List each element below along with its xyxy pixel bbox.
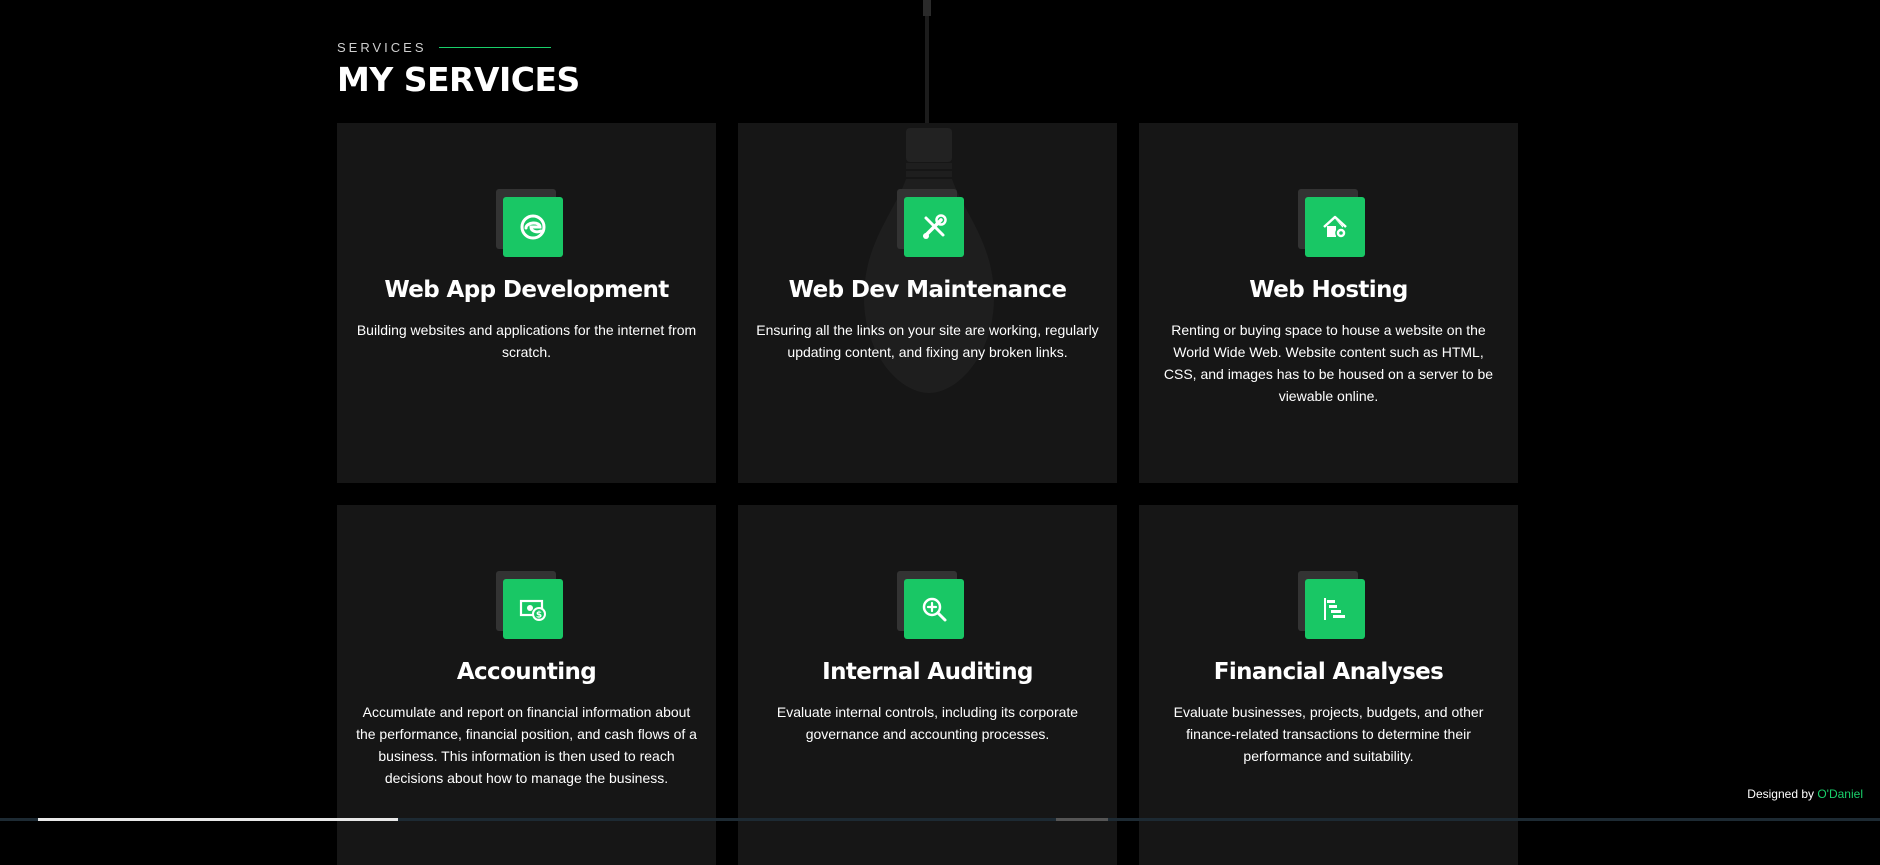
credit-prefix: Designed by bbox=[1747, 787, 1818, 801]
service-description: Evaluate businesses, projects, budgets, … bbox=[1173, 704, 1484, 764]
service-description: Accumulate and report on financial infor… bbox=[356, 704, 697, 786]
service-card-financial-analyses[interactable]: Financial Analyses Evaluate businesses, … bbox=[1139, 505, 1518, 865]
icon-wrap bbox=[495, 189, 563, 259]
section-title: MY SERVICES bbox=[337, 60, 580, 99]
service-card-web-app-development[interactable]: Web App Development Building websites an… bbox=[337, 123, 716, 483]
services-grid: Web App Development Building websites an… bbox=[337, 123, 1518, 865]
light-bulb-illustration bbox=[864, 128, 994, 393]
zoom-in-icon bbox=[922, 597, 946, 622]
service-card-web-hosting[interactable]: Web Hosting Renting or buying space to h… bbox=[1139, 123, 1518, 483]
service-description: Renting or buying space to house a websi… bbox=[1163, 322, 1494, 404]
service-title: Web App Development bbox=[384, 277, 669, 303]
service-title: Web Hosting bbox=[1249, 277, 1408, 303]
lamp-cord-cap bbox=[923, 0, 931, 16]
house-gear-icon bbox=[1322, 215, 1347, 239]
lamp-cord bbox=[925, 0, 929, 140]
service-title: Internal Auditing bbox=[822, 659, 1033, 685]
section-label-line bbox=[438, 47, 551, 48]
service-description: Building websites and applications for t… bbox=[356, 322, 697, 360]
tools-icon bbox=[922, 214, 947, 239]
section-label: SERVICES bbox=[337, 40, 551, 55]
icon-wrap bbox=[896, 189, 964, 259]
service-description: Ensuring all the links on your site are … bbox=[756, 322, 1099, 360]
service-card-web-dev-maintenance[interactable]: Web Dev Maintenance Ensuring all the lin… bbox=[738, 123, 1117, 483]
icon-wrap bbox=[1297, 571, 1365, 641]
edge-browser-icon bbox=[520, 214, 545, 240]
service-card-accounting[interactable]: $ Accounting Accumulate and report on fi… bbox=[337, 505, 716, 865]
service-card-internal-auditing[interactable]: Internal Auditing Evaluate internal cont… bbox=[738, 505, 1117, 865]
icon-wrap bbox=[1297, 189, 1365, 259]
designer-credit: Designed by O'Daniel bbox=[1747, 787, 1863, 801]
icon-wrap: $ bbox=[495, 571, 563, 641]
bar-chart-steps-icon bbox=[1323, 598, 1345, 620]
icon-wrap bbox=[896, 571, 964, 641]
service-title: Accounting bbox=[456, 659, 597, 685]
cash-icon: $ bbox=[519, 599, 546, 621]
service-description: Evaluate internal controls, including it… bbox=[776, 704, 1079, 742]
service-title: Financial Analyses bbox=[1213, 659, 1444, 685]
service-title: Web Dev Maintenance bbox=[788, 277, 1067, 303]
svg-text:$: $ bbox=[535, 611, 541, 621]
section-label-text: SERVICES bbox=[337, 40, 427, 55]
credit-author-link[interactable]: O'Daniel bbox=[1817, 787, 1863, 801]
